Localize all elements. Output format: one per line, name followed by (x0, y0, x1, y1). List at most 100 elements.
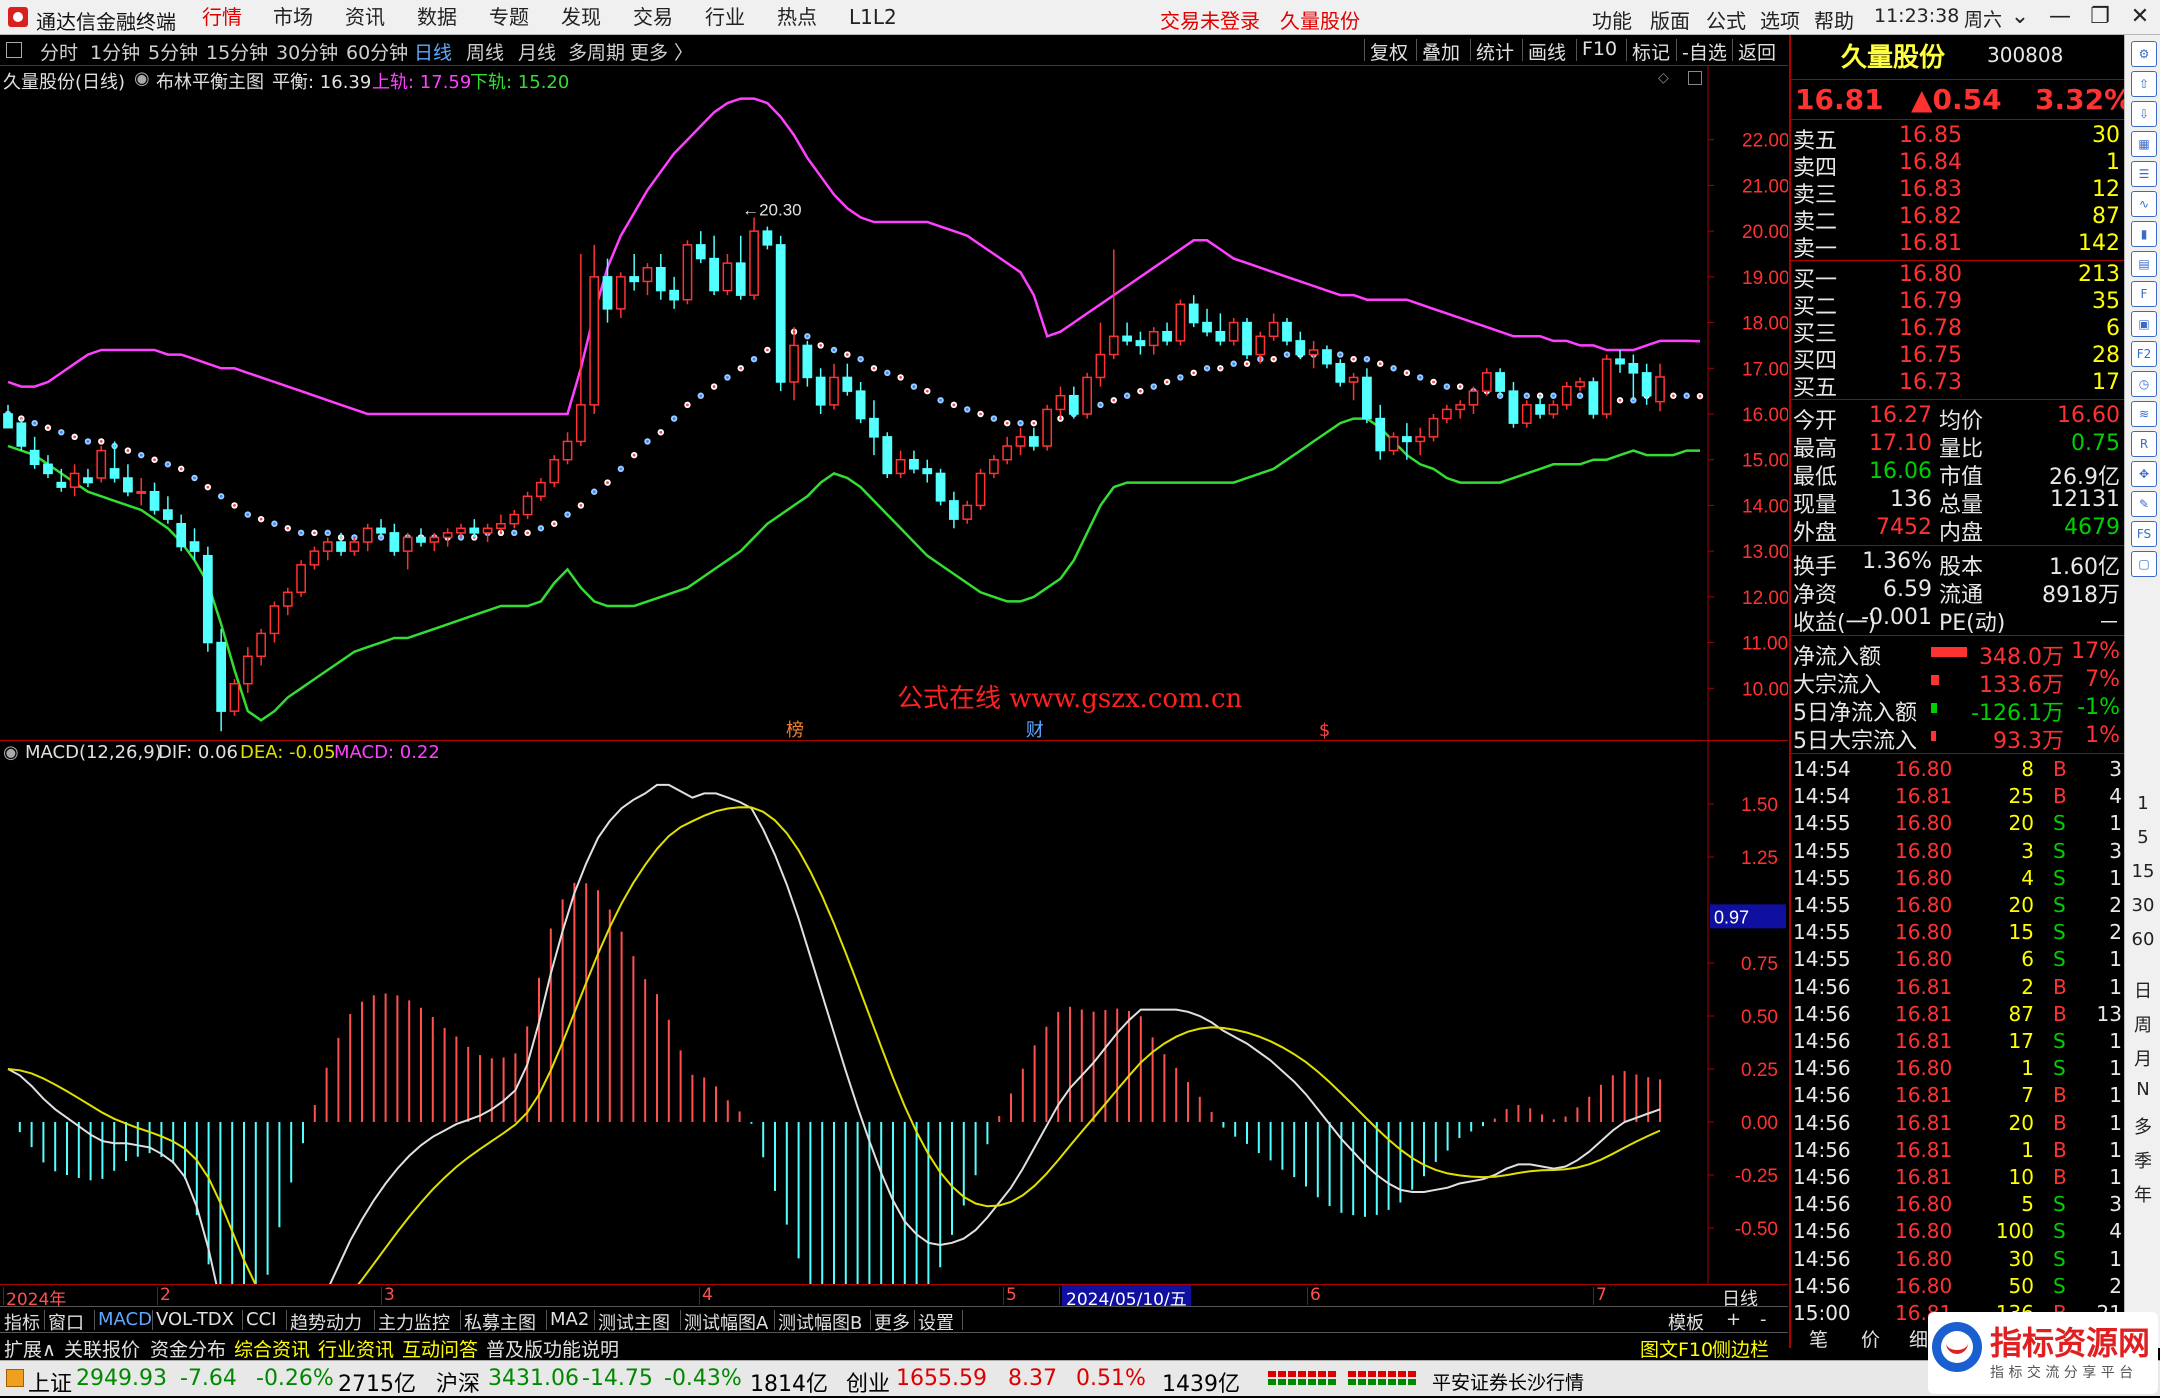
side-period-11[interactable]: 年 (2125, 1181, 2160, 1207)
period-9[interactable]: 多周期 (568, 38, 625, 65)
tool-6[interactable]: -自选 (1682, 38, 1727, 65)
right-menu-4[interactable]: 帮助 (1814, 5, 1854, 34)
candle-icon[interactable]: ▮ (2131, 221, 2157, 247)
login-warning[interactable]: 交易未登录 (1160, 5, 1260, 34)
period-0[interactable]: 分时 (40, 38, 78, 65)
right-menu-1[interactable]: 版面 (1650, 5, 1690, 34)
period-6[interactable]: 日线 (414, 38, 452, 65)
period-8[interactable]: 月线 (518, 38, 556, 65)
sz-label[interactable]: 沪深 (436, 1366, 480, 1398)
quote-tab-2[interactable]: 细 (1909, 1325, 1928, 1352)
ask-row[interactable]: 卖一 16.81 142 (1791, 231, 2124, 262)
period-10[interactable]: 更多 〉 (630, 38, 693, 65)
right-menu-0[interactable]: 功能 (1592, 5, 1632, 34)
bid-row[interactable]: 买四 16.75 28 (1791, 343, 2124, 374)
f10-link[interactable]: 图文F10 (1640, 1335, 1713, 1362)
flow-row[interactable]: 5日净流入额 -126.1万 -1% (1791, 695, 2124, 726)
bid-row[interactable]: 买三 16.78 6 (1791, 316, 2124, 347)
side-period-8[interactable]: N (2125, 1079, 2160, 1100)
right-menu-2[interactable]: 公式 (1706, 5, 1746, 34)
settings-icon[interactable]: ⚙ (2131, 41, 2157, 67)
side-period-2[interactable]: 15 (2125, 861, 2160, 882)
move-icon[interactable]: ✥ (2131, 461, 2157, 487)
menu-3[interactable]: 数据 (411, 5, 463, 29)
clock-icon[interactable]: ◷ (2131, 371, 2157, 397)
side-period-5[interactable]: 日 (2125, 977, 2160, 1003)
f10-icon[interactable]: F (2131, 281, 2157, 307)
tool-4[interactable]: F10 (1582, 38, 1617, 60)
menu-0[interactable]: 行情 (196, 5, 248, 29)
screen-icon[interactable]: ▢ (2131, 551, 2157, 577)
tab-right-1[interactable]: + (1726, 1309, 1741, 1330)
grid-icon[interactable]: ▤ (2131, 251, 2157, 277)
period-1[interactable]: 1分钟 (90, 38, 140, 65)
quote-tab-1[interactable]: 价 (1861, 1325, 1880, 1352)
f2-icon[interactable]: F2 (2131, 341, 2157, 367)
restore-icon[interactable]: ❐ (2080, 3, 2120, 31)
side-period-9[interactable]: 多 (2125, 1113, 2160, 1139)
side-period-1[interactable]: 5 (2125, 827, 2160, 848)
tab-2[interactable]: MACD (98, 1309, 152, 1330)
ask-row[interactable]: 卖五 16.85 30 (1791, 123, 2124, 154)
ask-row[interactable]: 卖三 16.83 12 (1791, 177, 2124, 208)
menu-7[interactable]: 行业 (699, 5, 751, 29)
bid-row[interactable]: 买一 16.80 213 (1791, 262, 2124, 293)
down-arrow-icon[interactable]: ⇩ (2131, 101, 2157, 127)
news-item-1[interactable]: 关联报价 (64, 1335, 140, 1362)
news-item-3[interactable]: 综合资讯 (234, 1335, 310, 1362)
tab-8[interactable]: MA2 (550, 1309, 589, 1330)
calc-icon[interactable]: ▦ (2131, 131, 2157, 157)
tool-0[interactable]: 复权 (1370, 38, 1408, 65)
period-3[interactable]: 15分钟 (206, 38, 268, 65)
flow-row[interactable]: 5日大宗流入 93.3万 1% (1791, 723, 2124, 754)
tab-4[interactable]: CCI (246, 1309, 276, 1330)
news-item-6[interactable]: 普及版功能说明 (486, 1335, 619, 1362)
dropdown-icon[interactable]: ⌄ (2000, 3, 2040, 31)
menu-1[interactable]: 市场 (267, 5, 319, 29)
period-4[interactable]: 30分钟 (276, 38, 338, 65)
up-arrow-icon[interactable]: ⇧ (2131, 71, 2157, 97)
side-period-4[interactable]: 60 (2125, 929, 2160, 950)
tool-3[interactable]: 画线 (1528, 38, 1566, 65)
close-icon[interactable]: ✕ (2120, 3, 2160, 31)
status-menu-icon[interactable] (6, 1369, 24, 1387)
stock-warning[interactable]: 久量股份 (1280, 5, 1360, 34)
list-icon[interactable]: ☰ (2131, 161, 2157, 187)
side-period-6[interactable]: 周 (2125, 1011, 2160, 1037)
period-2[interactable]: 5分钟 (148, 38, 198, 65)
quote-tab-0[interactable]: 笔 (1809, 1325, 1828, 1352)
tab-3[interactable]: VOL-TDX (156, 1309, 234, 1330)
menu-6[interactable]: 交易 (627, 5, 679, 29)
tool-7[interactable]: 返回 (1738, 38, 1776, 65)
stats-icon[interactable]: ▣ (2131, 311, 2157, 337)
macd-chart[interactable]: 1.50 1.25 0.75 0.50 0.25 0.00 -0.25 -0.50 0.97 (0, 741, 1788, 1284)
sh-label[interactable]: 上证 (28, 1366, 72, 1398)
bid-row[interactable]: 买二 16.79 35 (1791, 289, 2124, 320)
chart-area[interactable]: 久量股份(日线) ◉ 布林平衡主图 平衡: 16.39 上轨: 17.59 下轨… (0, 66, 1788, 1284)
flow-row[interactable]: 大宗流入 133.6万 7% (1791, 667, 2124, 698)
ask-row[interactable]: 卖四 16.84 1 (1791, 150, 2124, 181)
quote-stock-name[interactable]: 久量股份 (1841, 37, 1945, 74)
ask-row[interactable]: 卖二 16.82 87 (1791, 204, 2124, 235)
side-period-7[interactable]: 月 (2125, 1045, 2160, 1071)
tool-5[interactable]: 标记 (1632, 38, 1670, 65)
news-item-0[interactable]: 扩展∧ (4, 1335, 56, 1362)
side-period-10[interactable]: 季 (2125, 1147, 2160, 1173)
side-period-3[interactable]: 30 (2125, 895, 2160, 916)
macd-icon[interactable]: ≋ (2131, 401, 2157, 427)
chart-icon[interactable]: ∿ (2131, 191, 2157, 217)
menu-2[interactable]: 资讯 (339, 5, 391, 29)
news-item-2[interactable]: 资金分布 (150, 1335, 226, 1362)
menu-5[interactable]: 发现 (555, 5, 607, 29)
price-chart[interactable]: 22.00 21.00 20.00 19.00 18.00 17.00 16.00 15.00… (0, 66, 1788, 740)
menu-4[interactable]: 专题 (483, 5, 535, 29)
flow-row[interactable]: 净流入额 348.0万 17% (1791, 639, 2124, 670)
tool-1[interactable]: 叠加 (1422, 38, 1460, 65)
cy-label[interactable]: 创业 (846, 1366, 890, 1398)
period-5[interactable]: 60分钟 (346, 38, 408, 65)
menu-8[interactable]: 热点 (771, 5, 823, 29)
menu-9[interactable]: L1L2 (843, 5, 903, 29)
pen-icon[interactable]: ✎ (2131, 491, 2157, 517)
bid-row[interactable]: 买五 16.73 17 (1791, 370, 2124, 401)
tab-right-2[interactable]: - (1760, 1309, 1767, 1330)
